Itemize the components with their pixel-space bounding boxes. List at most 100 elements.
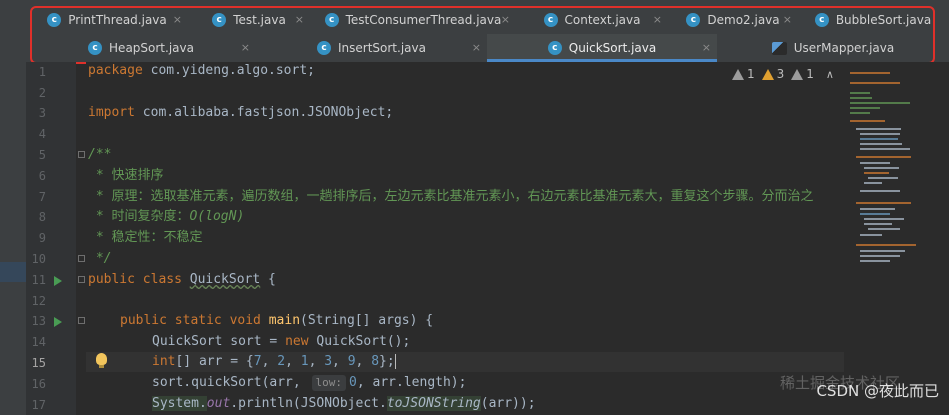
- run-class-icon[interactable]: [54, 276, 62, 286]
- line-number: 5: [38, 148, 46, 162]
- tab-label: BubbleSort.java: [835, 13, 932, 27]
- code-text: QuickSort sort =: [152, 334, 286, 349]
- tab-usermapper[interactable]: UserMapper.java: [717, 34, 949, 62]
- java-class-icon: c: [814, 13, 829, 27]
- code-line-3: import com.alibaba.fastjson.JSONObject;: [88, 103, 393, 123]
- code-line-8: * 时间复杂度：O(logN): [88, 207, 244, 227]
- tab-label: Demo2.java: [707, 13, 780, 27]
- code-text: ,: [285, 354, 301, 369]
- keyword: package: [88, 63, 143, 78]
- java-class-icon: c: [212, 13, 227, 27]
- fold-marker-icon[interactable]: [78, 317, 85, 324]
- tab-demo2[interactable]: c Demo2.java ×: [668, 6, 798, 34]
- keyword: new: [285, 334, 309, 349]
- code-line-9: * 稳定性：不稳定: [88, 230, 203, 245]
- keyword: import: [88, 105, 135, 120]
- tab-insertsort[interactable]: c InsertSort.java ×: [256, 34, 487, 62]
- close-icon[interactable]: ×: [173, 13, 182, 26]
- chevron-up-icon[interactable]: ∧: [826, 68, 834, 81]
- inspection-widget[interactable]: 1 3 1 ∧ ∨: [728, 66, 854, 82]
- code-text: sort.quickSort(arr,: [152, 375, 309, 390]
- tab-label: InsertSort.java: [338, 41, 426, 55]
- java-class-icon: c: [324, 13, 339, 27]
- line-number: 7: [38, 190, 46, 204]
- tab-testconsumerthread[interactable]: c TestConsumerThread.java ×: [310, 6, 516, 34]
- warning-count: 3: [776, 67, 785, 81]
- close-icon[interactable]: ×: [295, 13, 304, 26]
- editor-tab-bar: c PrintThread.java × c Test.java × c TestCons…: [26, 0, 949, 62]
- number-literal: 7: [253, 354, 262, 369]
- code-line-16: sort.quickSort(arr, low: 0, arr.length);: [152, 373, 466, 393]
- code-text: com.yideng.algo.sort;: [142, 63, 315, 78]
- tab-context[interactable]: c Context.java ×: [516, 6, 668, 34]
- close-icon[interactable]: ×: [472, 41, 481, 54]
- line-number: 10: [31, 252, 46, 266]
- project-tree-selection: [0, 262, 26, 282]
- fold-marker-icon[interactable]: [78, 151, 85, 158]
- line-number: 6: [38, 169, 46, 183]
- number-literal: 0: [349, 375, 357, 390]
- line-number: 9: [38, 231, 46, 245]
- vertical-scrollbar[interactable]: [934, 62, 949, 415]
- tab-label: Test.java: [233, 13, 286, 27]
- method-name: toJSONString: [386, 396, 481, 411]
- code-line-5: /**: [88, 147, 112, 162]
- number-literal: 2: [277, 354, 286, 369]
- left-tool-strip: [0, 0, 26, 415]
- fold-marker-icon[interactable]: [78, 276, 85, 283]
- code-line-10: */: [88, 251, 112, 266]
- close-icon[interactable]: ×: [702, 41, 711, 54]
- code-line-15: int[] arr = {7, 2, 1, 3, 9, 8};: [152, 352, 396, 372]
- tab-heapsort[interactable]: c HeapSort.java ×: [26, 34, 256, 62]
- run-main-icon[interactable]: [54, 317, 62, 327]
- warning-icon: [761, 68, 774, 80]
- line-number: 13: [31, 314, 46, 328]
- tab-test[interactable]: c Test.java ×: [188, 6, 310, 34]
- tab-label: QuickSort.java: [568, 41, 657, 55]
- java-class-icon: c: [686, 13, 701, 27]
- doc-text: O(logN): [189, 209, 245, 224]
- tab-label: TestConsumerThread.java: [345, 13, 502, 27]
- java-class-icon: c: [543, 13, 558, 27]
- weak-warning-icon: [732, 68, 744, 80]
- tab-quicksort[interactable]: c QuickSort.java ×: [487, 34, 717, 62]
- line-number: 12: [31, 294, 46, 308]
- typo-icon: [791, 68, 804, 80]
- line-number: 16: [31, 377, 46, 391]
- tab-printthread[interactable]: c PrintThread.java ×: [26, 6, 188, 34]
- code-text: QuickSort();: [308, 334, 411, 349]
- code-line-13: public static void main(String[] args) {: [120, 311, 433, 331]
- code-text: ,: [308, 354, 325, 369]
- fold-marker-icon[interactable]: [78, 255, 85, 262]
- java-class-icon: c: [547, 41, 562, 55]
- typo-count: 1: [806, 67, 814, 81]
- close-icon[interactable]: ×: [501, 13, 510, 26]
- static-field: out: [206, 396, 231, 411]
- line-number: 11: [31, 273, 46, 287]
- code-text: ,: [261, 354, 278, 369]
- code-text: ,: [355, 354, 372, 369]
- number-literal: 8: [371, 354, 380, 369]
- line-number: 15: [31, 356, 46, 370]
- code-text: (String[] args) {: [300, 313, 434, 328]
- tab-bubblesort[interactable]: c BubbleSort.java: [798, 6, 948, 34]
- code-text: System.: [152, 396, 207, 411]
- parameter-hint: low:: [311, 375, 347, 391]
- java-class-icon: c: [88, 41, 103, 55]
- close-icon[interactable]: ×: [241, 41, 250, 54]
- tab-label: HeapSort.java: [109, 41, 194, 55]
- keyword: public static void: [120, 313, 269, 328]
- text-cursor: [394, 354, 396, 369]
- code-text: [] arr = {: [175, 354, 254, 369]
- lightbulb-icon[interactable]: [96, 353, 107, 368]
- close-icon[interactable]: ×: [783, 13, 792, 26]
- line-number: 8: [38, 210, 46, 224]
- code-text: };: [379, 354, 395, 369]
- code-text: ,: [332, 354, 348, 369]
- close-icon[interactable]: ×: [653, 13, 662, 26]
- java-class-icon: c: [317, 41, 331, 55]
- line-number: 4: [38, 127, 46, 141]
- code-line-6: * 快速排序: [88, 168, 164, 183]
- method-name: main: [268, 313, 301, 328]
- number-literal: 1: [300, 354, 309, 369]
